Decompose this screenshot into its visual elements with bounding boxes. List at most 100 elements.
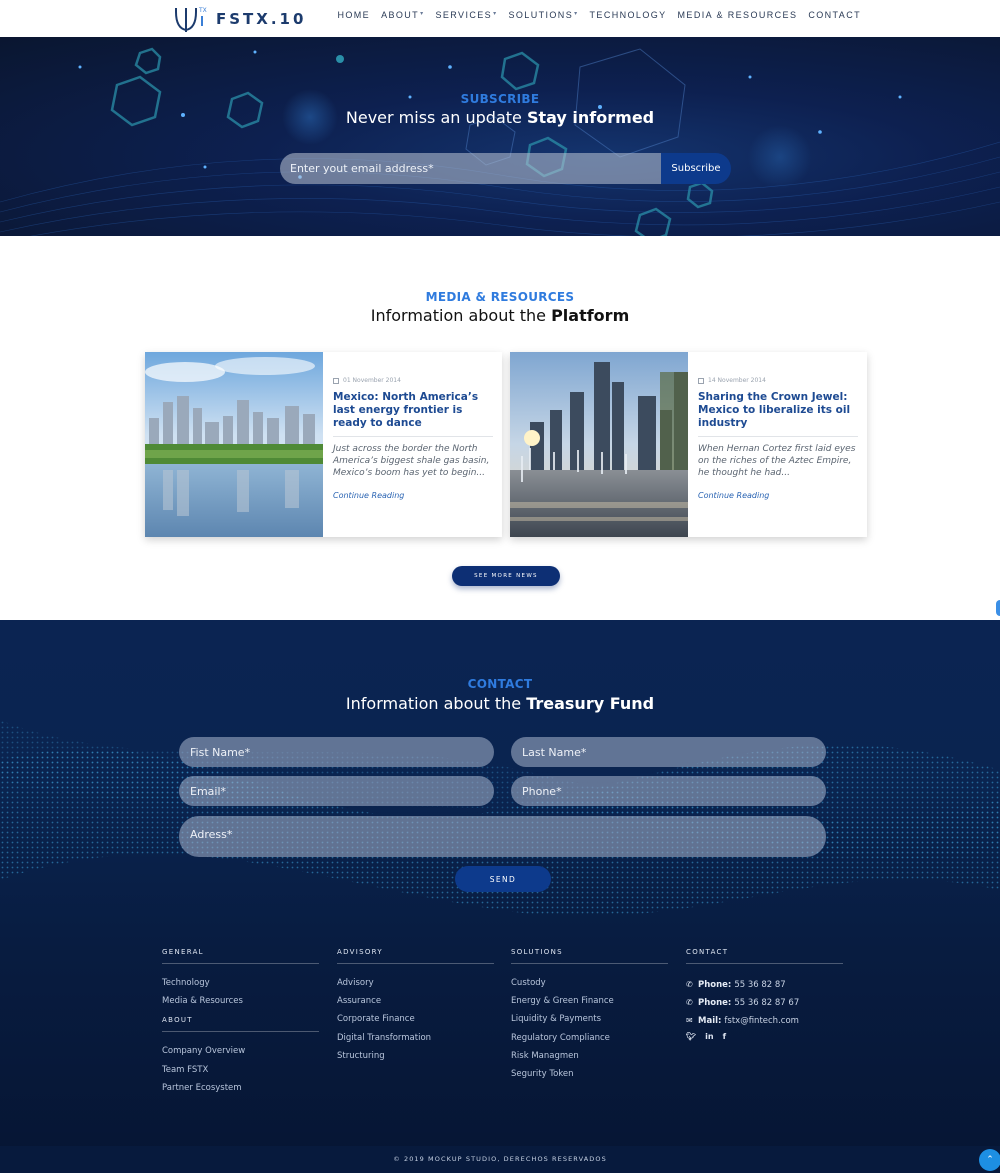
news-date-text: 01 November 2014 xyxy=(343,377,401,384)
side-scroll-handle[interactable] xyxy=(996,600,1000,616)
media-section: MEDIA & RESOURCES Information about the … xyxy=(0,236,1000,620)
last-name-field[interactable] xyxy=(511,737,826,767)
copyright-bar: © 2019 MOCKUP STUDIO, DERECHOS RESERVADO… xyxy=(0,1146,1000,1173)
media-title-plain: Information about the xyxy=(370,306,552,325)
nav-item-label: TECHNOLOGY xyxy=(589,10,667,20)
news-date-text: 14 November 2014 xyxy=(708,377,766,384)
nav-item-label: SOLUTIONS xyxy=(508,10,574,20)
social-links: 🐦︎ in f xyxy=(686,1032,843,1041)
continue-reading-link[interactable]: Continue Reading xyxy=(333,491,493,500)
scroll-to-top-button[interactable]: ⌃ xyxy=(979,1149,1000,1171)
contact-section: CONTACT Information about the Treasury F… xyxy=(0,620,1000,1173)
chevron-down-icon: ▾ xyxy=(574,10,579,17)
footer-heading: GENERAL xyxy=(162,948,319,964)
footer-heading: SOLUTIONS xyxy=(511,948,668,964)
chevron-down-icon: ▾ xyxy=(493,10,498,17)
footer-link[interactable]: Risk Managmen xyxy=(511,1049,668,1067)
news-card-body: 01 November 2014 Mexico: North America’s… xyxy=(323,352,502,537)
footer-links: Company Overview Team FSTX Partner Ecosy… xyxy=(162,1044,319,1099)
contact-title-plain: Information about the xyxy=(345,694,527,713)
footer-column-solutions: SOLUTIONS Custody Energy & Green Finance… xyxy=(511,948,668,1085)
city-fountain-image[interactable] xyxy=(510,352,688,537)
footer-link[interactable]: Digital Transformation xyxy=(337,1031,494,1049)
hexagon-network-background xyxy=(0,47,1000,236)
footer-link[interactable]: Team FSTX xyxy=(162,1063,319,1081)
contact-title-bold: Treasury Fund xyxy=(526,694,655,713)
nav-item-label: SERVICES xyxy=(435,10,493,20)
subscribe-section: SUBSCRIBE Never miss an update Stay info… xyxy=(0,37,1000,236)
nav-item-media-resources[interactable]: MEDIA & RESOURCES xyxy=(678,10,798,20)
news-card[interactable]: 01 November 2014 Mexico: North America’s… xyxy=(145,352,502,537)
footer-column-advisory: ADVISORY Advisory Assurance Corporate Fi… xyxy=(337,948,494,1067)
see-more-news-button[interactable]: SEE MORE NEWS xyxy=(452,566,560,586)
chevron-down-icon: ▾ xyxy=(420,10,425,17)
facebook-icon[interactable]: f xyxy=(723,1032,726,1041)
trident-logo-icon: TX xyxy=(175,7,207,32)
top-navbar: TX FSTX.10 HOME ABOUT ▾ SERVICES ▾ SOLUTIONS ▾… xyxy=(0,0,1000,37)
footer-link[interactable]: Partner Ecosystem xyxy=(162,1081,319,1099)
svg-text:TX: TX xyxy=(198,7,207,14)
send-button[interactable]: SEND xyxy=(455,866,551,892)
footer-link[interactable]: Segurity Token xyxy=(511,1067,668,1085)
footer-links: Advisory Assurance Corporate Finance Dig… xyxy=(337,976,494,1067)
phone-line: ✆ Phone: 55 36 82 87 xyxy=(686,976,843,994)
phone-icon: ✆ xyxy=(686,980,693,990)
footer-links: Technology Media & Resources xyxy=(162,976,319,1012)
news-title[interactable]: Sharing the Crown Jewel: Mexico to liber… xyxy=(698,391,858,437)
footer-link[interactable]: Media & Resources xyxy=(162,994,319,1012)
subscribe-title-bold: Stay informed xyxy=(526,108,655,127)
subscribe-email-input[interactable] xyxy=(280,153,661,184)
nav-item-services[interactable]: SERVICES ▾ xyxy=(436,10,498,20)
double-chevron-up-icon: ⌃ xyxy=(986,1155,994,1165)
email-field[interactable] xyxy=(179,776,494,806)
footer-link[interactable]: Liquidity & Payments xyxy=(511,1012,668,1030)
nav-item-technology[interactable]: TECHNOLOGY xyxy=(590,10,667,20)
news-excerpt: Just across the border the North America… xyxy=(333,444,490,478)
phone-number[interactable]: 55 36 82 87 67 xyxy=(734,996,799,1010)
linkedin-icon[interactable]: in xyxy=(705,1032,713,1041)
footer-links: Custody Energy & Green Finance Liquidity… xyxy=(511,976,668,1085)
calendar-icon xyxy=(698,377,704,384)
address-field[interactable] xyxy=(179,816,826,857)
phone-number[interactable]: 55 36 82 87 xyxy=(734,978,785,992)
nav-item-contact[interactable]: CONTACT xyxy=(808,10,861,20)
footer-column-contact: CONTACT ✆ Phone: 55 36 82 87 ✆ Phone: 55… xyxy=(686,948,843,1041)
news-title[interactable]: Mexico: North America’s last energy fron… xyxy=(333,391,493,437)
footer-contact-list: ✆ Phone: 55 36 82 87 ✆ Phone: 55 36 82 8… xyxy=(686,976,843,1041)
brand-logo[interactable]: TX FSTX.10 xyxy=(172,4,306,34)
footer-link[interactable]: Structuring xyxy=(337,1049,494,1067)
footer-heading: ABOUT xyxy=(162,1016,319,1033)
footer-link[interactable]: Assurance xyxy=(337,994,494,1012)
nav-item-home[interactable]: HOME xyxy=(337,10,370,20)
footer-link[interactable]: Regulatory Compliance xyxy=(511,1031,668,1049)
subscribe-form: Subscribe xyxy=(280,153,731,184)
media-kicker: MEDIA & RESOURCES xyxy=(425,290,575,304)
footer-link[interactable]: Company Overview xyxy=(162,1044,319,1062)
footer-link[interactable]: Energy & Green Finance xyxy=(511,994,668,1012)
footer-link[interactable]: Technology xyxy=(162,976,319,994)
footer-link[interactable]: Corporate Finance xyxy=(337,1012,494,1030)
phone-label: Phone: xyxy=(698,980,732,991)
mail-line: ✉ Mail: fstx@fintech.com xyxy=(686,1012,843,1030)
nav-item-about[interactable]: ABOUT ▾ xyxy=(381,10,424,20)
nav-item-solutions[interactable]: SOLUTIONS ▾ xyxy=(508,10,578,20)
calendar-icon xyxy=(333,377,339,384)
media-title: Information about the Platform xyxy=(0,306,1000,325)
footer-heading: CONTACT xyxy=(686,948,843,964)
subscribe-button[interactable]: Subscribe xyxy=(661,153,731,184)
mail-address[interactable]: fstx@fintech.com xyxy=(724,1014,799,1028)
mail-label: Mail: xyxy=(698,1016,722,1027)
phone-field[interactable] xyxy=(511,776,826,806)
phone-icon: ✆ xyxy=(686,998,693,1008)
subscribe-title: Never miss an update Stay informed xyxy=(0,108,1000,127)
logo-text: FSTX.10 xyxy=(216,10,307,28)
twitter-icon[interactable]: 🐦︎ xyxy=(686,1032,696,1041)
subscribe-title-plain: Never miss an update xyxy=(345,108,527,127)
continue-reading-link[interactable]: Continue Reading xyxy=(698,491,858,500)
footer-link[interactable]: Custody xyxy=(511,976,668,994)
first-name-field[interactable] xyxy=(179,737,494,767)
city-lake-image[interactable] xyxy=(145,352,323,537)
news-card[interactable]: 14 November 2014 Sharing the Crown Jewel… xyxy=(510,352,867,537)
footer-link[interactable]: Advisory xyxy=(337,976,494,994)
nav-item-label: ABOUT xyxy=(381,10,420,20)
